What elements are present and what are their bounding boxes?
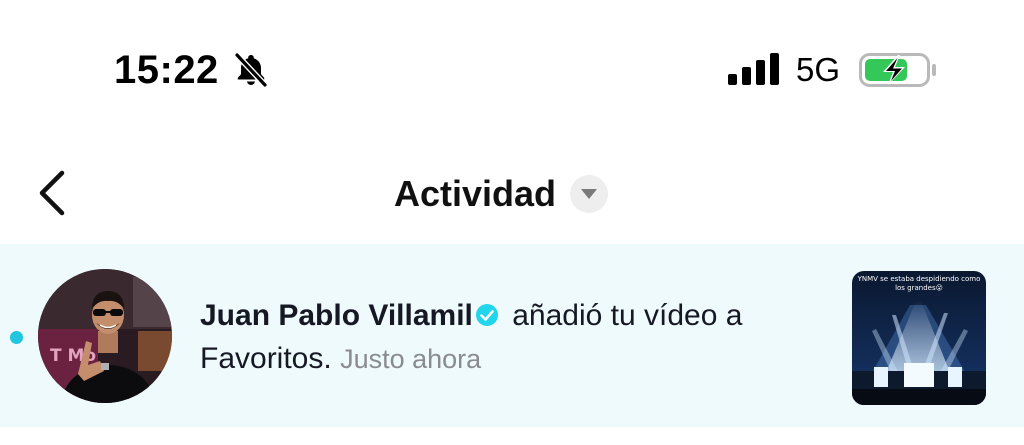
notification-timestamp: Justo ahora <box>340 344 482 374</box>
notification-message: Juan Pablo Villamil añadió tu vídeo a Fa… <box>200 294 820 381</box>
activity-filter-toggle[interactable]: Actividad <box>394 168 609 220</box>
chevron-left-icon[interactable] <box>30 165 74 221</box>
bell-slash-icon <box>234 52 268 88</box>
network-label: 5G <box>796 51 841 88</box>
avatar[interactable]: T Mo <box>38 269 172 403</box>
thumbnail-caption: YNMV se estaba despidiendo como los gran… <box>857 275 981 292</box>
caret-down-icon <box>570 175 609 213</box>
notification-item[interactable]: T Mo Juan Pablo Villamil añadió tu vídeo… <box>0 244 1024 427</box>
verified-badge-icon <box>475 304 498 326</box>
activity-header: Actividad <box>0 140 1024 244</box>
unread-indicator <box>10 331 23 344</box>
status-time: 15:22 <box>114 48 219 92</box>
username-link[interactable]: Juan Pablo Villamil <box>200 299 473 332</box>
status-bar: 15:22 5G <box>0 0 1024 130</box>
video-thumbnail[interactable]: YNMV se estaba despidiendo como los gran… <box>852 271 986 405</box>
battery-charging-icon <box>859 53 936 87</box>
page-title: Actividad <box>394 173 557 214</box>
cellular-signal-icon <box>728 53 779 85</box>
